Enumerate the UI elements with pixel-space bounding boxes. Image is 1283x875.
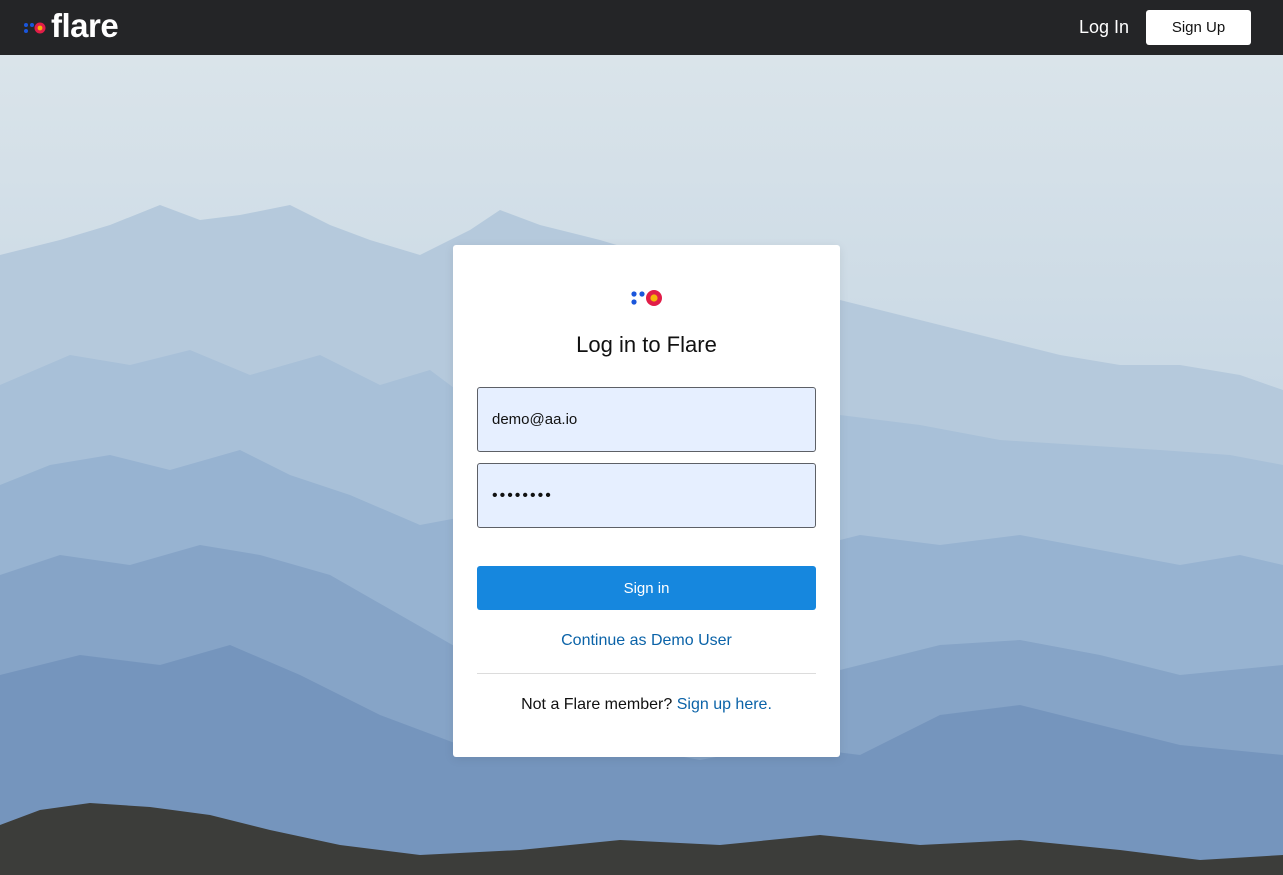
signup-prompt-text: Not a Flare member? [521, 696, 673, 713]
flare-logo-icon [631, 290, 662, 306]
flare-logo-icon [24, 22, 46, 33]
signup-prompt: Not a Flare member? Sign up here. [453, 696, 840, 714]
email-input[interactable] [477, 387, 816, 452]
brand-name: flare [51, 7, 119, 44]
password-input[interactable] [477, 463, 816, 528]
signup-here-link[interactable]: Sign up here. [677, 696, 772, 713]
signup-button[interactable]: Sign Up [1146, 10, 1251, 45]
divider [477, 673, 816, 674]
sign-in-button[interactable]: Sign in [477, 566, 816, 610]
top-navbar: flare Log In Sign Up [0, 0, 1283, 55]
brand-home-link[interactable]: flare [23, 7, 119, 44]
nav-actions: Log In Sign Up [1079, 10, 1251, 45]
login-title: Log in to Flare [576, 332, 717, 357]
login-card: Log in to Flare Sign in Continue as Demo… [453, 245, 840, 757]
login-link[interactable]: Log In [1079, 17, 1129, 38]
demo-user-link[interactable]: Continue as Demo User [453, 632, 840, 650]
